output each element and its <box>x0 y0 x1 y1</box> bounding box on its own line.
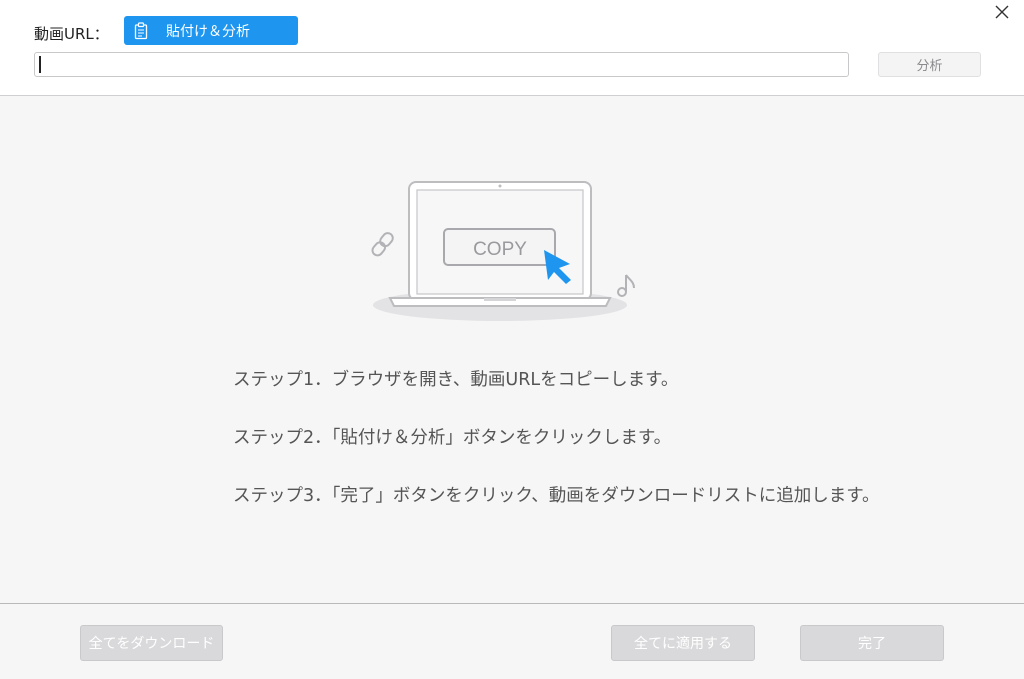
apply-all-label: 全てに適用する <box>634 636 732 652</box>
done-label: 完了 <box>858 636 886 652</box>
paste-and-analyze-button[interactable]: 貼付け＆分析 <box>124 16 298 45</box>
download-all-button[interactable]: 全てをダウンロード <box>80 625 223 661</box>
download-all-label: 全てをダウンロード <box>88 636 215 652</box>
done-button[interactable]: 完了 <box>800 625 944 661</box>
analyze-label: 分析 <box>916 59 943 74</box>
copy-label: COPY <box>473 239 527 260</box>
step-2: ステップ2．「貼付け＆分析」ボタンをクリックします。 <box>233 428 672 448</box>
step-3: ステップ3．「完了」ボタンをクリック、動画をダウンロードリストに追加します。 <box>233 486 880 506</box>
instruction-steps: ステップ1．ブラウザを開き、動画URLをコピーします。 ステップ2．「貼付け＆分… <box>233 368 913 542</box>
copy-url-illustration: COPY <box>371 181 635 321</box>
url-label: 動画URL： <box>34 25 109 43</box>
analyze-button[interactable]: 分析 <box>878 52 981 77</box>
url-input[interactable] <box>34 52 849 77</box>
link-icon <box>371 232 394 257</box>
footer-divider <box>0 603 1024 604</box>
music-note-icon <box>617 274 635 297</box>
step-1: ステップ1．ブラウザを開き、動画URLをコピーします。 <box>233 370 679 390</box>
close-button[interactable] <box>992 2 1012 22</box>
close-icon <box>995 5 1009 19</box>
paste-and-analyze-label: 貼付け＆分析 <box>166 23 250 40</box>
apply-all-button[interactable]: 全てに適用する <box>611 625 755 661</box>
text-caret <box>39 56 41 73</box>
clipboard-icon <box>134 21 148 39</box>
url-toolbar: 動画URL： 貼付け＆分析 分析 <box>0 0 1024 96</box>
